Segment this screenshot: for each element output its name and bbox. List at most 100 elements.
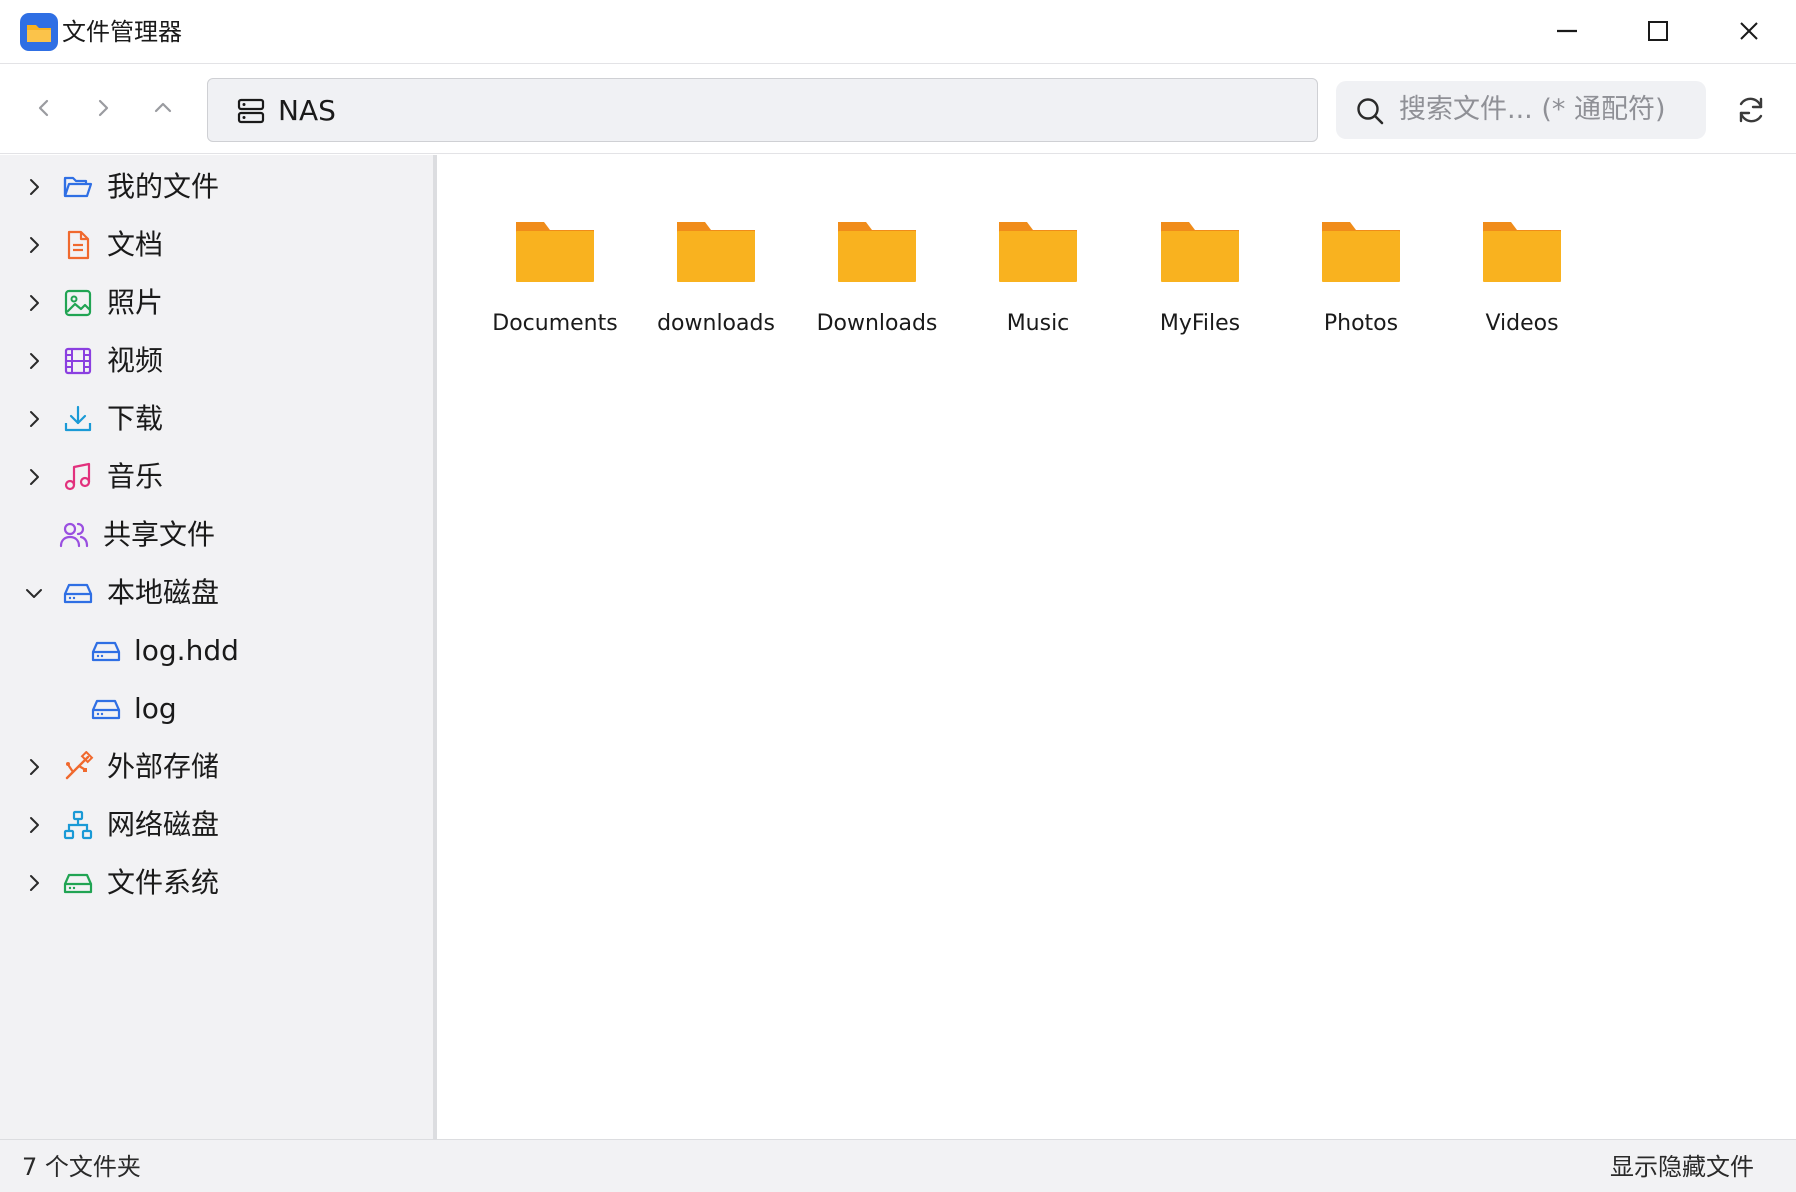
maximize-button[interactable] (1623, 6, 1693, 56)
title-bar: 文件管理器 (0, 0, 1796, 64)
folder-item[interactable]: downloads (641, 218, 791, 378)
sidebar: 我的文件 文档 照片 视频 下载 音乐 共享文件 本地磁盘 log.hdd lo… (0, 155, 437, 1139)
sidebar-item-label: 共享文件 (103, 518, 216, 551)
sidebar-item-label: 外部存储 (107, 750, 220, 783)
sidebar-item-label: 网络磁盘 (107, 808, 220, 841)
chevron-left-icon (38, 99, 49, 117)
chevron-right-icon (30, 817, 39, 833)
up-button[interactable] (141, 86, 185, 130)
sidebar-item-label: 音乐 (107, 460, 164, 493)
minimize-icon (1557, 29, 1577, 33)
chevron-down-icon (26, 589, 42, 598)
search-input[interactable]: 搜索文件... (* 通配符) (1336, 81, 1706, 139)
close-icon (1740, 22, 1758, 40)
item-count: 7 个文件夹 (22, 1153, 141, 1181)
folder-name: MyFiles (1159, 311, 1241, 336)
chevron-right-icon (30, 295, 39, 311)
download-icon (64, 405, 92, 432)
hard-drive-icon (63, 583, 93, 604)
sidebar-item-music[interactable]: 音乐 (0, 449, 433, 505)
folder-item[interactable]: MyFiles (1125, 218, 1275, 378)
chevron-right-icon (30, 179, 39, 195)
expand-chevron[interactable] (20, 347, 48, 375)
sidebar-item-shared[interactable]: 共享文件 (0, 507, 433, 563)
sidebar-item-log-hdd[interactable]: log.hdd (0, 623, 433, 679)
folder-icon (677, 222, 755, 282)
sidebar-item-documents[interactable]: 文档 (0, 217, 433, 273)
server-icon (237, 98, 265, 124)
sidebar-item-log[interactable]: log (0, 681, 433, 737)
expand-chevron[interactable] (20, 753, 48, 781)
minimize-button[interactable] (1532, 6, 1602, 56)
sidebar-item-external-storage[interactable]: 外部存储 (0, 739, 433, 795)
network-icon (63, 810, 93, 840)
users-icon (59, 522, 89, 548)
sidebar-item-local-disk[interactable]: 本地磁盘 (0, 565, 433, 621)
folder-item[interactable]: Videos (1447, 218, 1597, 378)
folder-name: Music (1006, 311, 1070, 336)
folder-item[interactable]: Documents (480, 218, 630, 378)
back-button[interactable] (22, 86, 66, 130)
sidebar-item-file-system[interactable]: 文件系统 (0, 855, 433, 911)
sidebar-item-label: log (134, 692, 177, 725)
chevron-right-icon (30, 237, 39, 253)
chevron-right-icon (30, 411, 39, 427)
maximize-icon (1648, 21, 1668, 41)
sidebar-item-my-files[interactable]: 我的文件 (0, 159, 433, 215)
folder-icon (838, 222, 916, 282)
sidebar-item-label: 文档 (107, 228, 164, 261)
expand-chevron[interactable] (20, 811, 48, 839)
address-path: NAS (278, 94, 336, 127)
sidebar-item-label: 文件系统 (107, 866, 220, 899)
collapse-chevron[interactable] (20, 579, 48, 607)
expand-chevron[interactable] (20, 405, 48, 433)
search-placeholder: 搜索文件... (* 通配符) (1399, 94, 1666, 125)
folder-name: Videos (1485, 311, 1559, 336)
toolbar: NAS 搜索文件... (* 通配符) (0, 64, 1796, 154)
address-bar[interactable]: NAS (207, 78, 1318, 142)
expand-chevron[interactable] (20, 463, 48, 491)
expand-chevron[interactable] (20, 289, 48, 317)
film-icon (64, 347, 92, 375)
folder-item[interactable]: Photos (1286, 218, 1436, 378)
folder-icon (1161, 222, 1239, 282)
sidebar-item-videos[interactable]: 视频 (0, 333, 433, 389)
sidebar-item-network-disk[interactable]: 网络磁盘 (0, 797, 433, 853)
close-button[interactable] (1714, 6, 1784, 56)
refresh-icon (1739, 97, 1763, 123)
chevron-right-icon (30, 759, 39, 775)
folder-name: Downloads (816, 311, 938, 336)
folder-app-icon (20, 13, 58, 51)
folder-icon (516, 222, 594, 282)
sidebar-item-label: 视频 (107, 344, 164, 377)
sidebar-item-label: 下载 (107, 402, 164, 435)
show-hidden-files-toggle[interactable]: 显示隐藏文件 (1610, 1152, 1754, 1182)
usb-icon (65, 751, 94, 780)
chevron-right-icon (98, 99, 109, 117)
status-bar: 7 个文件夹 显示隐藏文件 (0, 1139, 1796, 1192)
sidebar-item-photos[interactable]: 照片 (0, 275, 433, 331)
sidebar-item-label: 我的文件 (107, 170, 220, 203)
folder-icon (1322, 222, 1400, 282)
folder-icon (999, 222, 1077, 282)
folder-icon (1483, 222, 1561, 282)
hard-drive-icon (91, 699, 121, 720)
hard-drive-icon (63, 873, 93, 894)
chevron-up-icon (154, 102, 172, 113)
folder-name: Photos (1323, 311, 1399, 336)
forward-button[interactable] (81, 86, 125, 130)
folder-item[interactable]: Music (963, 218, 1113, 378)
image-icon (64, 289, 92, 317)
chevron-right-icon (30, 469, 39, 485)
sidebar-item-downloads[interactable]: 下载 (0, 391, 433, 447)
refresh-button[interactable] (1732, 91, 1770, 129)
search-icon (1357, 98, 1384, 125)
document-icon (67, 230, 90, 260)
music-icon (64, 462, 91, 491)
folder-item[interactable]: Downloads (802, 218, 952, 378)
expand-chevron[interactable] (20, 231, 48, 259)
expand-chevron[interactable] (20, 869, 48, 897)
window-title: 文件管理器 (62, 18, 182, 46)
expand-chevron[interactable] (20, 173, 48, 201)
hard-drive-icon (91, 641, 121, 662)
